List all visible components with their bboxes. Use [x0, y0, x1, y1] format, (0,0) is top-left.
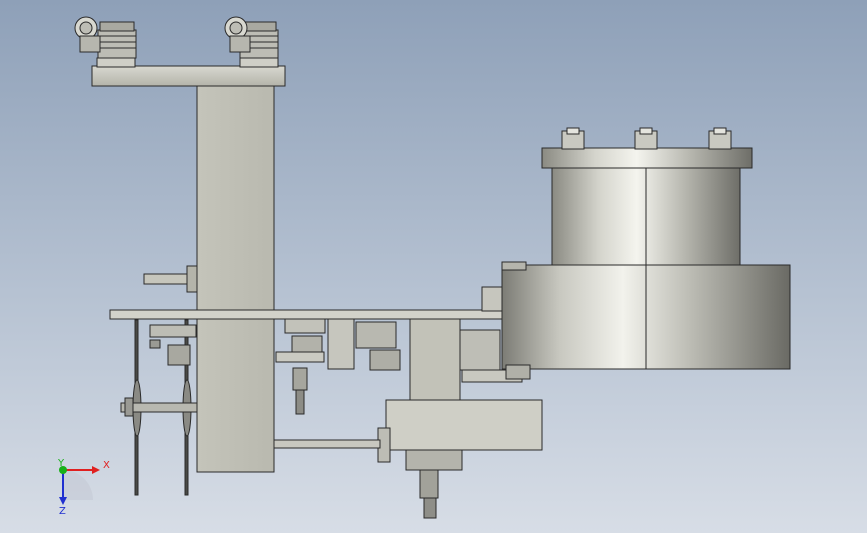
y-axis-label: Y [57, 458, 65, 469]
wheel-assembly [120, 319, 198, 496]
cad-viewport[interactable]: X Y Z [0, 0, 867, 533]
vertical-pillar [196, 85, 275, 473]
cad-model-view[interactable]: X Y Z [0, 0, 867, 533]
top-bolts [561, 127, 732, 150]
upper-flange [541, 147, 753, 169]
top-crossbar-assembly [74, 16, 286, 87]
cylinder-assembly [501, 127, 791, 380]
cylinder-bracket [481, 286, 503, 312]
motor-right [224, 16, 279, 68]
x-axis-label: X [103, 460, 110, 471]
top-crossbar [91, 65, 286, 87]
base-plate [109, 309, 511, 320]
z-axis-arrow [59, 497, 67, 505]
left-shaft [143, 265, 198, 293]
z-axis-label: Z [59, 506, 66, 517]
under-plate-mechanism [275, 318, 401, 415]
axis-triad: X Y Z [57, 458, 110, 517]
motor-left [74, 16, 137, 68]
x-axis-arrow [92, 466, 100, 474]
